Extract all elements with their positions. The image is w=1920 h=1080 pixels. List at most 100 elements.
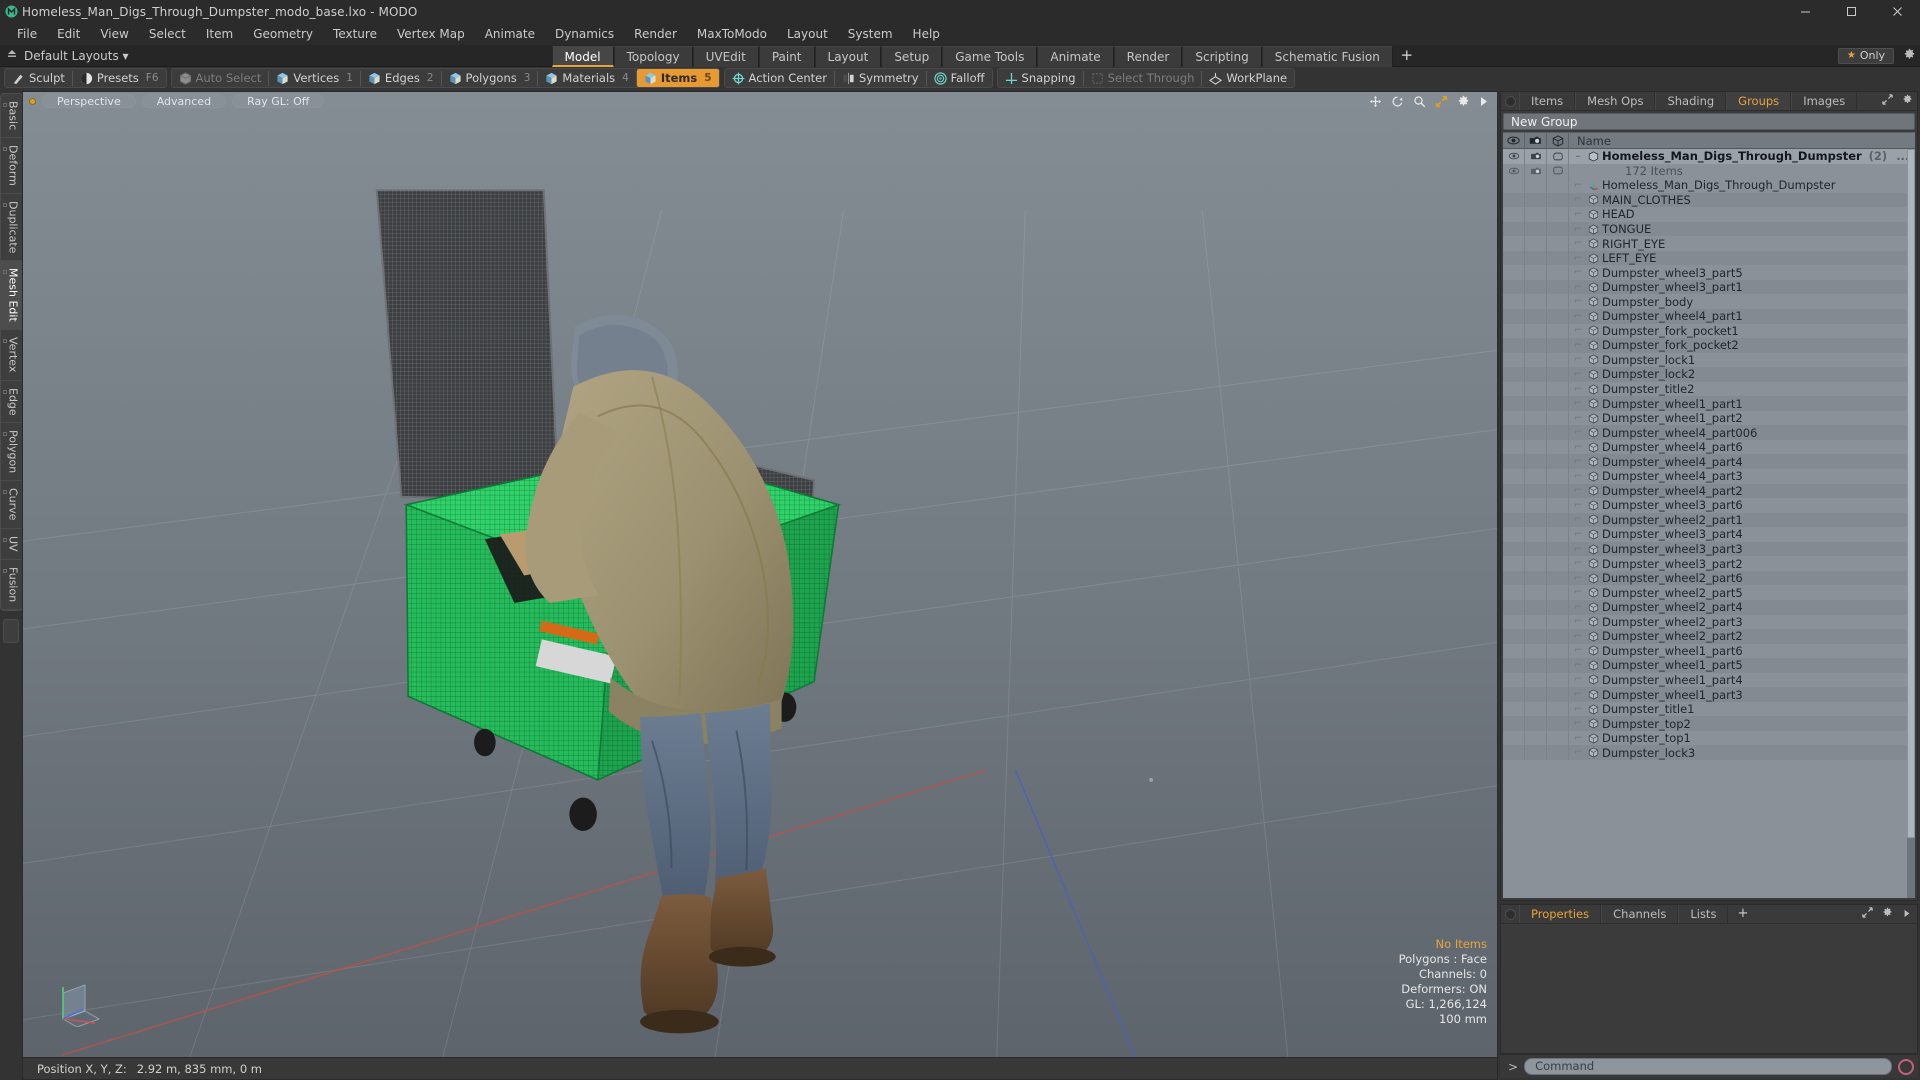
- row-render-cell[interactable]: [1525, 614, 1547, 630]
- table-row[interactable]: ⌐ Dumpster_wheel1_part1: [1503, 396, 1915, 411]
- row-eye-cell[interactable]: [1503, 614, 1525, 630]
- row-eye-cell[interactable]: [1503, 498, 1525, 513]
- table-row[interactable]: ⌐ Dumpster_fork_pocket2: [1503, 338, 1915, 353]
- item-name-cell[interactable]: ⌐ Dumpster_wheel4_part6: [1569, 440, 1915, 454]
- item-name-cell[interactable]: ⌐ Dumpster_wheel3_part3: [1569, 542, 1915, 556]
- mode-button-auto-select[interactable]: Auto Select: [172, 69, 269, 87]
- viewport-shading-pill[interactable]: Advanced: [141, 94, 227, 108]
- row-shape-cell[interactable]: [1547, 498, 1569, 513]
- left-rail-tab-uv[interactable]: UV: [0, 529, 22, 560]
- item-name-cell[interactable]: ⌐ Dumpster_wheel4_part006: [1569, 426, 1915, 440]
- row-render-cell[interactable]: [1525, 730, 1547, 746]
- item-name-cell[interactable]: ⌐ Dumpster_wheel4_part4: [1569, 455, 1915, 469]
- row-shape-icon[interactable]: [1547, 149, 1569, 164]
- row-eye-cell[interactable]: [1503, 352, 1525, 368]
- axis-gizmo[interactable]: [55, 979, 103, 1028]
- panel-menu-dot-icon[interactable]: [1501, 95, 1519, 107]
- table-row[interactable]: ⌐ Dumpster_wheel2_part5: [1503, 585, 1915, 600]
- item-name-cell[interactable]: ⌐ Dumpster_wheel3_part5: [1569, 266, 1915, 280]
- table-row[interactable]: ⌐ Dumpster_wheel1_part3: [1503, 687, 1915, 702]
- item-name-cell[interactable]: ⌐ Dumpster_wheel3_part4: [1569, 527, 1915, 541]
- table-row[interactable]: ⌐ Dumpster_wheel3_part4: [1503, 527, 1915, 542]
- row-eye-cell[interactable]: [1503, 425, 1525, 440]
- mode-button-snapping[interactable]: Snapping: [998, 69, 1083, 87]
- table-row[interactable]: ⌐ Dumpster_wheel3_part6: [1503, 498, 1915, 513]
- row-eye-cell[interactable]: [1503, 599, 1525, 615]
- item-name-cell[interactable]: ⌐ RIGHT_EYE: [1569, 237, 1915, 251]
- row-render-cell[interactable]: [1525, 599, 1547, 615]
- row-shape-cell[interactable]: [1547, 352, 1569, 368]
- row-shape-cell[interactable]: [1547, 207, 1569, 222]
- table-row[interactable]: ⌐ Dumpster_wheel4_part4: [1503, 454, 1915, 470]
- table-row[interactable]: ⌐ Dumpster_wheel2_part1: [1503, 512, 1915, 528]
- row-render-icon[interactable]: [1525, 149, 1547, 164]
- item-name-cell[interactable]: ⌐ Dumpster_wheel2_part4: [1569, 600, 1915, 614]
- row-shape-cell[interactable]: [1547, 629, 1569, 644]
- new-group-button[interactable]: New Group: [1503, 113, 1915, 130]
- item-name-cell[interactable]: ⌐ Dumpster_body: [1569, 295, 1915, 309]
- row-render-cell[interactable]: [1525, 294, 1547, 310]
- row-shape-cell[interactable]: [1547, 643, 1569, 659]
- row-eye-icon[interactable]: [1503, 163, 1525, 179]
- row-render-cell[interactable]: [1525, 687, 1547, 702]
- row-eye-cell[interactable]: [1503, 556, 1525, 571]
- row-shape-cell[interactable]: [1547, 687, 1569, 702]
- row-shape-cell[interactable]: [1547, 236, 1569, 251]
- row-eye-cell[interactable]: [1503, 716, 1525, 731]
- row-shape-cell[interactable]: [1547, 469, 1569, 484]
- table-row[interactable]: ⌐ Dumpster_wheel3_part2: [1503, 556, 1915, 571]
- layout-tab-scripting[interactable]: Scripting: [1182, 45, 1262, 67]
- item-name-cell[interactable]: ⌐ Dumpster_wheel2_part3: [1569, 615, 1915, 629]
- item-name-cell[interactable]: ⌐ LEFT_EYE: [1569, 251, 1915, 265]
- panel-tab-images[interactable]: Images: [1791, 92, 1858, 110]
- row-shape-cell[interactable]: [1547, 701, 1569, 717]
- table-row[interactable]: ⌐ MAIN_CLOTHES: [1503, 192, 1915, 208]
- row-render-cell[interactable]: [1525, 367, 1547, 382]
- row-eye-cell[interactable]: [1503, 629, 1525, 644]
- row-eye-cell[interactable]: [1503, 265, 1525, 280]
- item-name-cell[interactable]: ⌐ Dumpster_wheel1_part6: [1569, 644, 1915, 658]
- row-render-cell[interactable]: [1525, 570, 1547, 586]
- row-render-cell[interactable]: [1525, 672, 1547, 688]
- mode-button-symmetry[interactable]: Symmetry: [835, 69, 926, 87]
- menu-item-item[interactable]: Item: [196, 23, 243, 45]
- row-render-cell[interactable]: [1525, 527, 1547, 542]
- item-name-cell[interactable]: ⌐ Dumpster_wheel2_part1: [1569, 513, 1915, 527]
- table-row[interactable]: – Homeless_Man_Digs_Through_Dumpster (2)..…: [1503, 149, 1915, 164]
- item-name-cell[interactable]: ⌐ Dumpster_wheel2_part2: [1569, 629, 1915, 643]
- row-render-cell[interactable]: [1525, 541, 1547, 557]
- table-row[interactable]: ⌐ Dumpster_wheel1_part2: [1503, 410, 1915, 426]
- row-shape-cell[interactable]: [1547, 381, 1569, 397]
- row-eye-cell[interactable]: [1503, 192, 1525, 208]
- row-shape-cell[interactable]: [1547, 367, 1569, 382]
- item-name-cell[interactable]: ⌐ Dumpster_top2: [1569, 717, 1915, 731]
- item-name-cell[interactable]: ⌐ Homeless_Man_Digs_Through_Dumpster: [1569, 178, 1915, 192]
- table-row[interactable]: 172 Items: [1503, 163, 1915, 179]
- row-shape-cell[interactable]: [1547, 338, 1569, 353]
- table-row[interactable]: ⌐ LEFT_EYE: [1503, 250, 1915, 266]
- row-render-cell[interactable]: [1525, 439, 1547, 455]
- layout-tab-setup[interactable]: Setup: [881, 45, 943, 67]
- row-shape-cell[interactable]: [1547, 512, 1569, 528]
- row-render-cell[interactable]: [1525, 381, 1547, 397]
- row-eye-cell[interactable]: [1503, 178, 1525, 193]
- row-shape-icon[interactable]: [1547, 163, 1569, 179]
- item-name-cell[interactable]: ⌐ Dumpster_wheel1_part5: [1569, 658, 1915, 672]
- table-row[interactable]: ⌐ Dumpster_lock3: [1503, 745, 1915, 760]
- menu-item-render[interactable]: Render: [624, 23, 687, 45]
- row-render-cell[interactable]: [1525, 585, 1547, 600]
- row-eye-cell[interactable]: [1503, 745, 1525, 760]
- menu-item-layout[interactable]: Layout: [777, 23, 838, 45]
- item-name-cell[interactable]: ⌐ Dumpster_wheel1_part4: [1569, 673, 1915, 687]
- row-render-cell[interactable]: [1525, 236, 1547, 251]
- item-list-scrollbar[interactable]: [1907, 149, 1915, 898]
- left-rail-extra-button[interactable]: [3, 618, 19, 643]
- play-arrow-icon[interactable]: [1897, 908, 1917, 921]
- row-shape-cell[interactable]: [1547, 309, 1569, 324]
- play-arrow-icon[interactable]: [1479, 96, 1489, 107]
- scrollbar-thumb[interactable]: [1907, 149, 1915, 839]
- row-eye-cell[interactable]: [1503, 396, 1525, 411]
- menu-item-view[interactable]: View: [90, 23, 138, 45]
- menu-item-geometry[interactable]: Geometry: [243, 23, 323, 45]
- layout-tab-uvedit[interactable]: UVEdit: [692, 45, 759, 67]
